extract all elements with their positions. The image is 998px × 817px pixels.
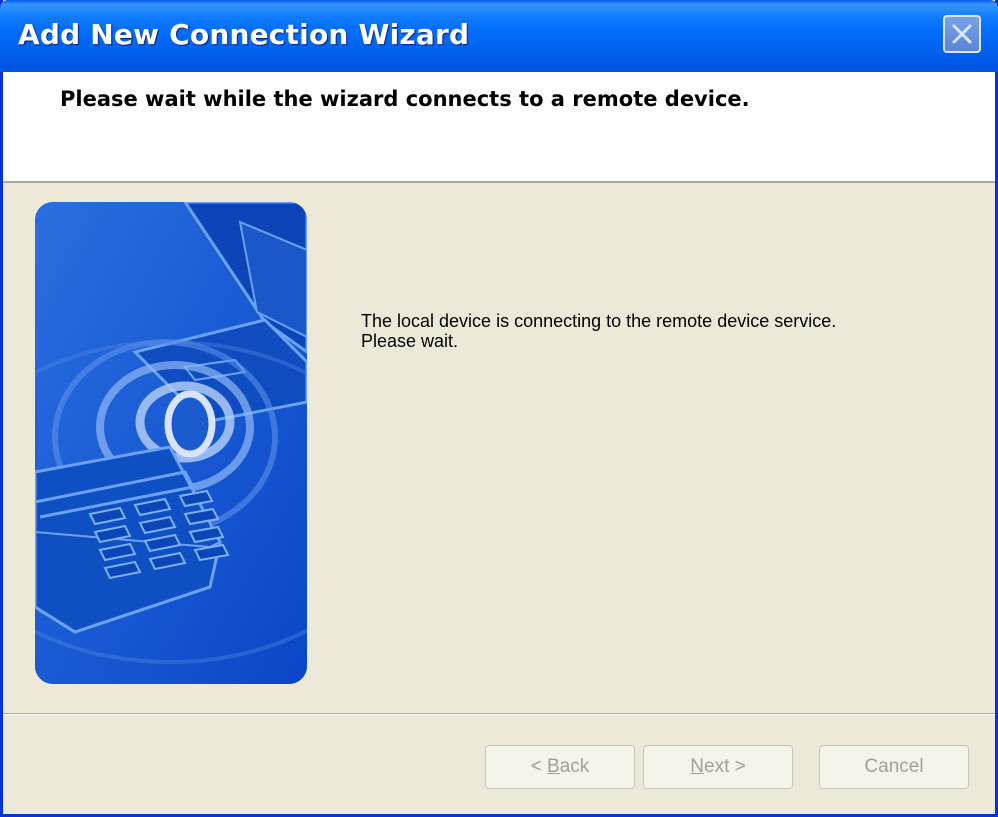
footer-separator xyxy=(3,713,995,715)
back-button-rest: ack xyxy=(559,756,590,777)
wizard-window: Add New Connection Wizard Please wait wh… xyxy=(0,0,998,817)
header-title: Please wait while the wizard connects to… xyxy=(60,87,750,111)
cancel-button-label: Cancel xyxy=(864,756,924,777)
back-button-prefix: < xyxy=(530,756,548,777)
wizard-illustration xyxy=(35,202,307,684)
status-message-line-1: The local device is connecting to the re… xyxy=(361,311,837,331)
title-bar[interactable]: Add New Connection Wizard xyxy=(0,0,998,72)
status-message-line-2: Please wait. xyxy=(361,331,459,351)
next-button[interactable]: Next > xyxy=(643,745,793,789)
back-button[interactable]: < Back xyxy=(485,745,635,789)
next-button-rest: ext > xyxy=(704,756,746,777)
next-button-mnemonic: N xyxy=(690,756,704,777)
window-title: Add New Connection Wizard xyxy=(18,18,470,51)
wizard-header: Please wait while the wizard connects to… xyxy=(3,72,995,183)
laptop-phone-wireless-illustration xyxy=(35,202,307,684)
back-button-mnemonic: B xyxy=(547,756,560,777)
close-button[interactable] xyxy=(943,15,981,53)
cancel-button[interactable]: Cancel xyxy=(819,745,969,789)
status-message: The local device is connecting to the re… xyxy=(361,311,881,351)
close-icon xyxy=(952,24,972,44)
